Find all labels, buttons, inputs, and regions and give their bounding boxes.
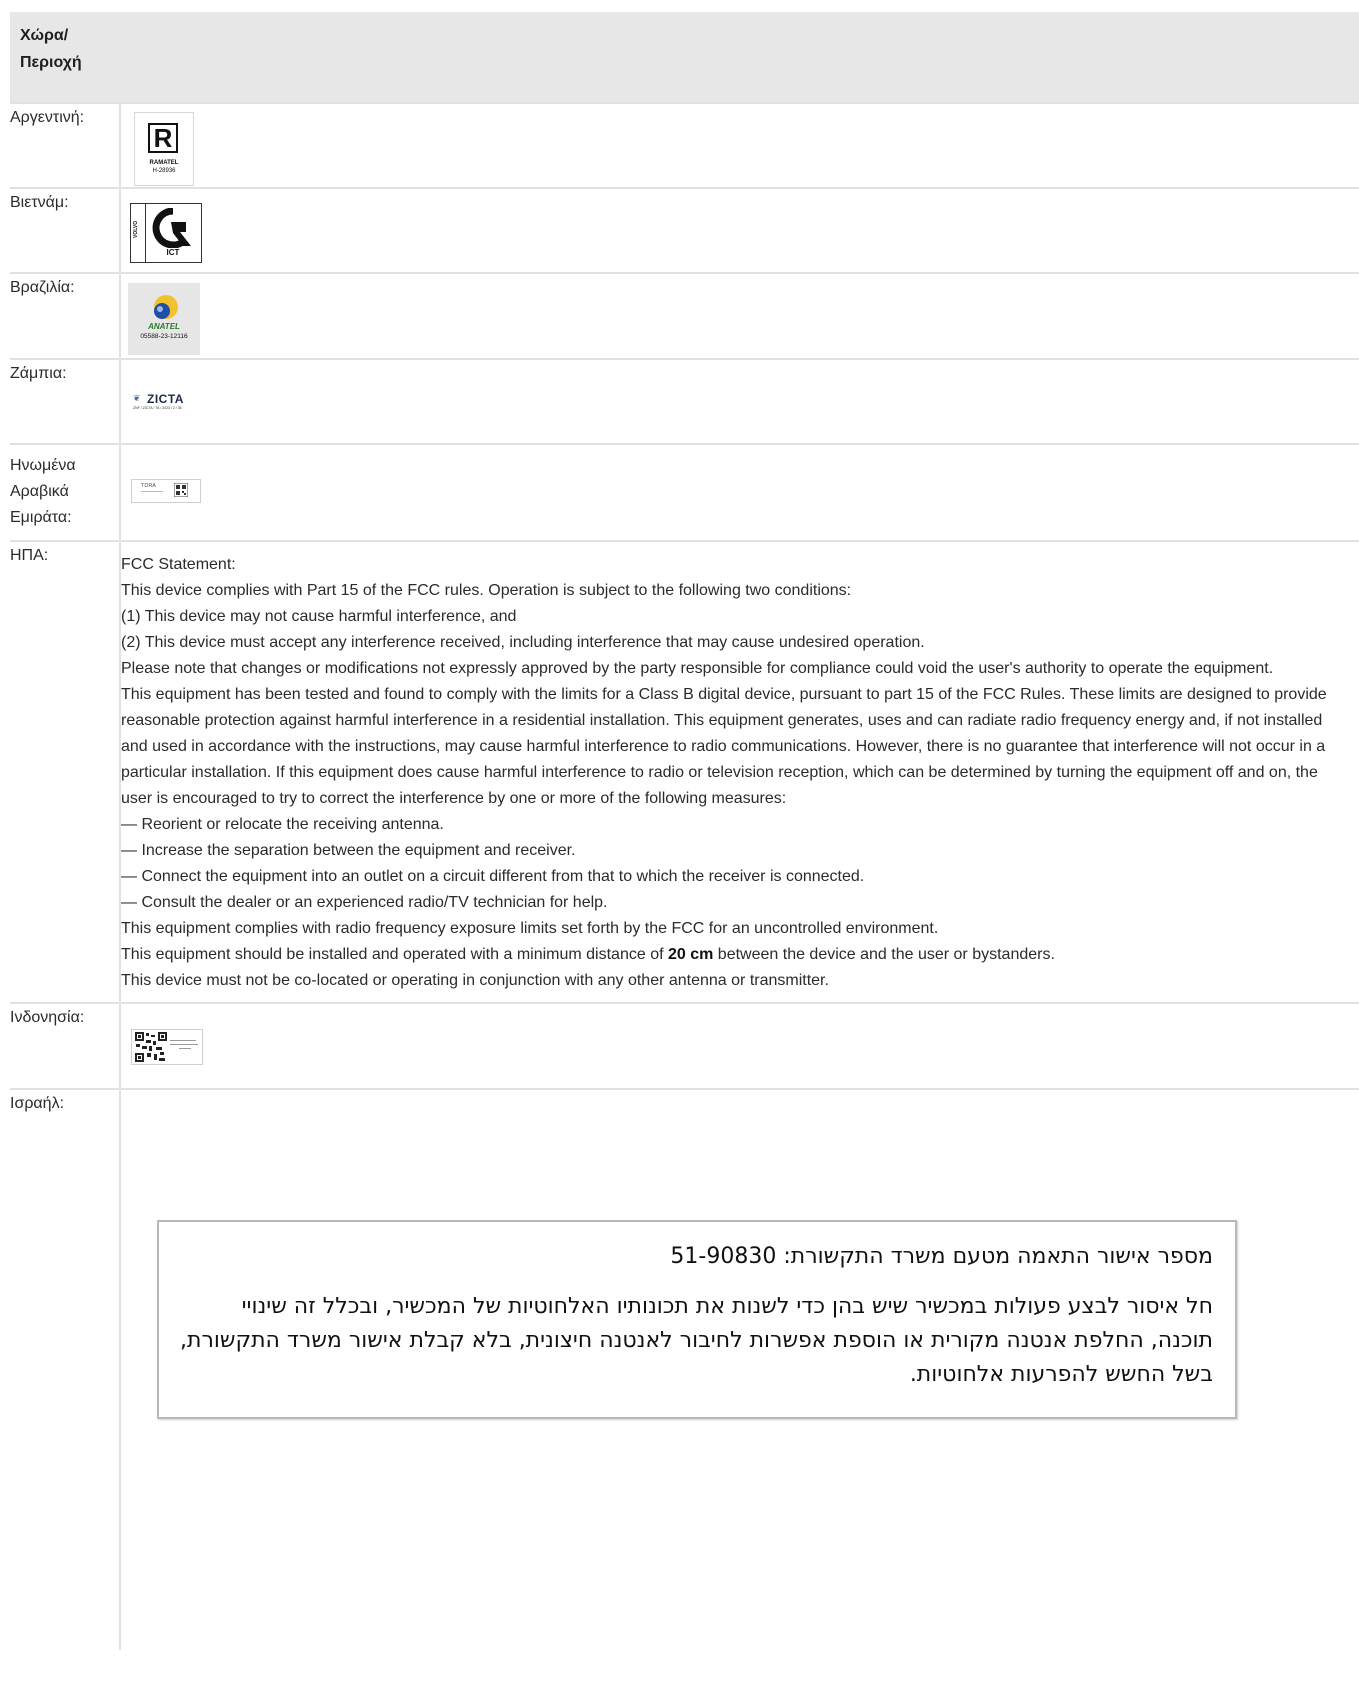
logo-number: 05588-23-12116 <box>140 333 188 340</box>
table-row-zambia: Ζάμπια: ❦ ZICTA ZNF / ZICTA / TA / 2023 … <box>10 358 1359 444</box>
zicta-logo: ❦ ZICTA ZNF / ZICTA / TA / 2023 / 2 / 36 <box>133 392 203 414</box>
fcc-measure: — Consult the dealer or an experienced r… <box>121 894 608 911</box>
table-row-vietnam: Βιετνάμ: VOLVO ICT <box>10 187 1359 273</box>
distance-value: 20 cm <box>667 946 714 963</box>
logo-brand: ZICTA <box>147 392 184 406</box>
logo-cell: ❦ ZICTA ZNF / ZICTA / TA / 2023 / 2 / 36 <box>120 358 1359 444</box>
logo-cell: VOLVO ICT <box>120 187 1359 273</box>
kominfo-qr-logo <box>131 1029 203 1065</box>
country-label: Βραζιλία: <box>10 272 121 359</box>
logo-text-line <box>170 1040 196 1041</box>
fcc-paragraph: (1) This device may not cause harmful in… <box>121 608 517 625</box>
qr-code-icon <box>174 483 188 497</box>
ramatel-logo: R RAMATEL H-28936 <box>134 112 194 186</box>
country-label: Ινδονησία: <box>10 1002 121 1089</box>
fcc-measure: — Increase the separation between the eq… <box>121 842 576 859</box>
globe-icon <box>154 295 178 319</box>
country-label: Ζάμπια: <box>10 358 121 444</box>
table-row-argentina: Αργεντινή: R RAMATEL H-28936 <box>10 102 1359 188</box>
logo-brand: VOLVO <box>133 220 139 238</box>
fcc-paragraph: This equipment has been tested and found… <box>121 686 1327 807</box>
page: Χώρα/ Περιοχή Αργεντινή: R RAMATEL H-289… <box>0 0 1359 1689</box>
logo-caption: ICT <box>166 248 180 257</box>
logo-text-line <box>170 1044 198 1045</box>
distance-prefix: This equipment should be installed and o… <box>121 946 668 963</box>
regulatory-table: Χώρα/ Περιοχή Αργεντινή: R RAMATEL H-289… <box>10 12 1359 1650</box>
logo-cell: R RAMATEL H-28936 <box>120 102 1359 188</box>
logo-cell <box>120 1002 1359 1089</box>
table-row-israel: Ισραήλ: מספר אישור התאמה מטעם משרד התקשו… <box>10 1088 1359 1650</box>
logo-brand: TDRA <box>141 483 156 489</box>
fcc-measure: — Connect the equipment into an outlet o… <box>121 868 865 885</box>
fcc-paragraph: This device must not be co-located or op… <box>121 972 829 989</box>
header-country: Χώρα/ Περιοχή <box>10 12 120 103</box>
logo-number: ZNF / ZICTA / TA / 2023 / 2 / 36 <box>133 406 182 410</box>
tdra-logo: TDRA <box>131 479 201 503</box>
header-content <box>120 12 1359 103</box>
logo-number: H-28936 <box>152 168 176 174</box>
fcc-measure: — Reorient or relocate the receiving ant… <box>121 816 444 833</box>
eagle-icon: ❦ <box>133 394 141 404</box>
logo-cell: ANATEL 05588-23-12116 <box>120 272 1359 359</box>
ict-logo: VOLVO ICT <box>130 203 202 263</box>
israel-approval-notice: מספר אישור התאמה מטעם משרד התקשורת: 51-9… <box>157 1220 1237 1419</box>
anatel-logo: ANATEL 05588-23-12116 <box>128 283 200 355</box>
israel-cell: מספר אישור התאמה מטעם משרד התקשורת: 51-9… <box>120 1088 1359 1650</box>
cr-mark-icon <box>152 208 191 248</box>
ramatel-r-icon: R <box>148 123 178 153</box>
country-label: ΗΠΑ: <box>10 540 121 1003</box>
table-row-indonesia: Ινδονησία: <box>10 1002 1359 1089</box>
fcc-paragraph: This equipment complies with radio frequ… <box>121 920 939 937</box>
fcc-distance-line: This equipment should be installed and o… <box>121 942 1349 968</box>
fcc-paragraph: This device complies with Part 15 of the… <box>121 582 852 599</box>
table-row-uae: Ηνωμένα Αραβικά Εμιράτα: TDRA <box>10 443 1359 541</box>
country-label: Αργεντινή: <box>10 102 121 188</box>
logo-text-line <box>179 1048 191 1049</box>
approval-warning-text: חל איסור לבצע פעולות במכשיר שיש בהן כדי … <box>180 1294 1213 1387</box>
logo-caption: RAMATEL <box>149 160 179 166</box>
qr-code-icon <box>135 1032 167 1062</box>
table-row-usa: ΗΠΑ: FCC Statement: This device complies… <box>10 540 1359 1003</box>
fcc-statement: FCC Statement: This device complies with… <box>121 542 1359 1002</box>
logo-line <box>141 491 163 492</box>
table-header-row: Χώρα/ Περιοχή <box>10 12 1359 103</box>
logo-cell: TDRA <box>120 443 1359 541</box>
distance-suffix: between the device and the user or bysta… <box>713 946 1055 963</box>
logo-caption: ANATEL <box>148 322 180 331</box>
fcc-title: FCC Statement: <box>121 556 236 573</box>
country-label: Ισραήλ: <box>10 1088 121 1650</box>
fcc-statement-cell: FCC Statement: This device complies with… <box>120 540 1359 1003</box>
country-label: Ηνωμένα Αραβικά Εμιράτα: <box>10 443 121 541</box>
approval-number-text: מספר אישור התאמה מטעם משרד התקשורת: 51-9… <box>670 1244 1213 1269</box>
fcc-paragraph: (2) This device must accept any interfer… <box>121 634 925 651</box>
table-row-brazil: Βραζιλία: ANATEL 05588-23-12116 <box>10 272 1359 359</box>
fcc-paragraph: Please note that changes or modification… <box>121 660 1274 677</box>
country-label: Βιετνάμ: <box>10 187 121 273</box>
